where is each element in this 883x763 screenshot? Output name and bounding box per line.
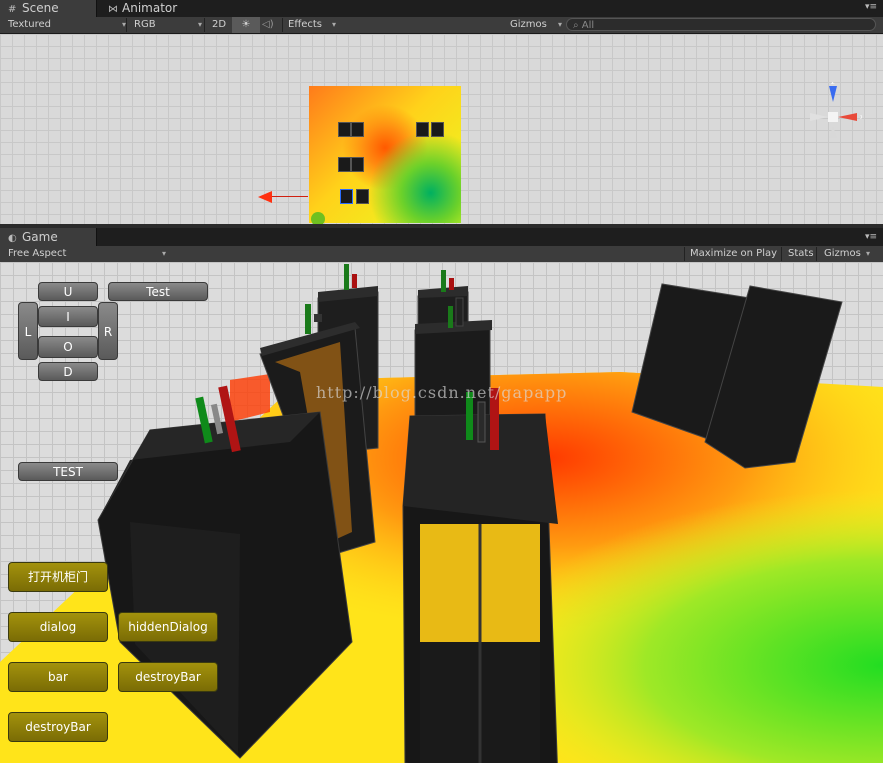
scene-tab-bar: # Scene ⋈ Animator ▾≡ — [0, 0, 883, 18]
up-button[interactable]: U — [38, 282, 98, 301]
x-axis-cone[interactable] — [258, 191, 272, 203]
cabinet-block-selected — [340, 189, 353, 204]
divider — [816, 247, 817, 261]
open-cabinet-door-button[interactable]: 打开机柜门 — [8, 562, 108, 592]
destroy-bar-button[interactable]: destroyBar — [118, 662, 218, 692]
game-panel-menu-icon[interactable]: ▾≡ — [865, 232, 877, 242]
test-big-button[interactable]: TEST — [18, 462, 118, 481]
bar-button[interactable]: bar — [8, 662, 108, 692]
right-button[interactable]: R — [98, 302, 118, 360]
effects-dropdown[interactable]: Effects — [284, 17, 338, 33]
hidden-dialog-button[interactable]: hiddenDialog — [118, 612, 218, 642]
grid-icon: # — [8, 4, 17, 15]
cabinet-block — [431, 122, 444, 137]
divider — [684, 247, 685, 261]
dialog-button[interactable]: dialog — [8, 612, 108, 642]
render-mode-dropdown[interactable]: RGB — [130, 17, 204, 33]
game-gizmos-dropdown[interactable]: Gizmos — [820, 246, 872, 262]
animator-icon: ⋈ — [108, 4, 118, 15]
cabinet-block — [351, 157, 364, 172]
scene-search-input[interactable]: ⌕ All — [566, 18, 876, 31]
heatmap-floor-plane — [309, 86, 461, 223]
lighting-toggle-icon[interactable]: ☀ — [232, 17, 260, 33]
divider — [204, 18, 205, 32]
panel-menu-icon[interactable]: ▾≡ — [865, 2, 877, 12]
gizmo-x-label: x — [860, 113, 862, 121]
search-icon: ⌕ — [573, 20, 579, 31]
tab-scene[interactable]: # Scene — [0, 0, 97, 17]
down-button[interactable]: D — [38, 362, 98, 381]
cabinet-block — [356, 189, 369, 204]
scene-viewport[interactable]: z x — [0, 34, 883, 224]
stats-toggle[interactable]: Stats — [784, 246, 818, 262]
cabinet-block — [338, 157, 351, 172]
aspect-dropdown[interactable]: Free Aspect — [4, 246, 168, 262]
gizmo-center-cube[interactable] — [828, 112, 838, 122]
cabinet-block — [351, 122, 364, 137]
out-button[interactable]: O — [38, 336, 98, 358]
gizmo-neg-x-cone[interactable] — [810, 113, 828, 121]
maximize-on-play-toggle[interactable]: Maximize on Play — [686, 246, 781, 262]
cabinet-block — [416, 122, 429, 137]
scene-orientation-gizmo[interactable]: z x — [802, 82, 862, 152]
gizmos-dropdown[interactable]: Gizmos — [506, 17, 564, 33]
shading-mode-dropdown[interactable]: Textured — [4, 17, 128, 33]
tab-animator[interactable]: ⋈ Animator — [100, 0, 185, 17]
gizmo-neg-y-cone[interactable] — [829, 126, 837, 138]
divider — [126, 18, 127, 32]
divider — [781, 247, 782, 261]
divider — [282, 18, 283, 32]
left-button[interactable]: L — [18, 302, 38, 360]
y-axis-handle[interactable] — [311, 212, 325, 224]
tab-game[interactable]: ◐ Game — [0, 228, 97, 246]
watermark-text: http://blog.csdn.net/gapapp — [316, 383, 568, 402]
cabinet-block — [338, 122, 351, 137]
game-tab-bar: ◐ Game ▾≡ — [0, 228, 883, 247]
gizmo-z-label: z — [831, 82, 835, 86]
test-small-button[interactable]: Test — [108, 282, 208, 301]
cabinet-front-right — [402, 388, 558, 763]
game-toolbar: Free Aspect Maximize on Play Stats Gizmo… — [0, 246, 883, 263]
game-viewport[interactable]: http://blog.csdn.net/gapapp U Test L I O… — [0, 262, 883, 763]
gizmo-z-cone[interactable] — [829, 86, 837, 102]
in-button[interactable]: I — [38, 306, 98, 327]
scene-toolbar: Textured RGB 2D ☀ ◁) Effects Gizmos ⌕ Al… — [0, 17, 883, 34]
gizmo-x-cone[interactable] — [838, 113, 857, 121]
destroy-bar-button-2[interactable]: destroyBar — [8, 712, 108, 742]
